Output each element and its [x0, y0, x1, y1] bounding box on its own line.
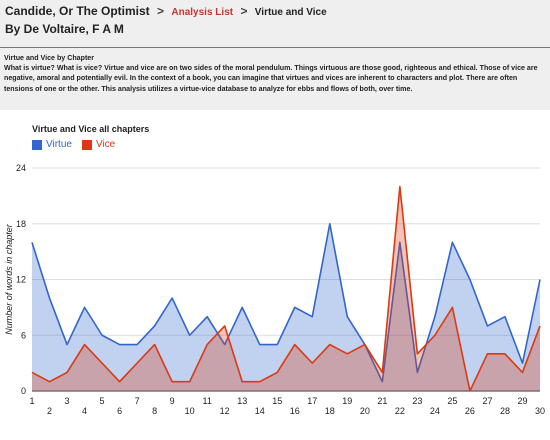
x-tick-label: 22 [395, 406, 405, 416]
current-page-label: Virtue and Vice [254, 7, 327, 18]
chart-title: Virtue and Vice all chapters [32, 124, 150, 134]
x-tick-label: 3 [65, 396, 70, 406]
breadcrumb-separator: > [157, 4, 165, 18]
x-tick-label: 28 [500, 406, 510, 416]
x-tick-label: 15 [272, 396, 282, 406]
x-tick-label: 30 [535, 406, 545, 416]
x-tick-label: 8 [152, 406, 157, 416]
x-tick-label: 27 [482, 396, 492, 406]
x-tick-label: 20 [360, 406, 370, 416]
x-tick-label: 4 [82, 406, 87, 416]
author-line: By De Voltaire, F A M [5, 22, 124, 36]
legend-swatch-vice [81, 139, 92, 150]
x-tick-label: 18 [325, 406, 335, 416]
x-tick-label: 9 [170, 396, 175, 406]
x-tick-label: 2 [47, 406, 52, 416]
x-tick-label: 26 [465, 406, 475, 416]
page-header: Candide, Or The Optimist > Analysis List… [0, 0, 550, 110]
x-tick-label: 14 [255, 406, 265, 416]
y-tick-label: 0 [21, 386, 26, 396]
y-tick-label: 6 [21, 330, 26, 340]
x-tick-label: 23 [412, 396, 422, 406]
legend-item-vice[interactable]: Vice [81, 139, 116, 150]
x-tick-label: 16 [290, 406, 300, 416]
x-tick-label: 7 [135, 396, 140, 406]
description-body: What is virtue? What is vice? Virtue and… [4, 64, 538, 93]
chart-legend: Virtue Vice [32, 139, 125, 150]
x-tick-label: 12 [220, 406, 230, 416]
legend-item-virtue[interactable]: Virtue [32, 139, 72, 150]
x-tick-label: 6 [117, 406, 122, 416]
x-tick-label: 29 [517, 396, 527, 406]
x-tick-label: 11 [203, 396, 212, 406]
book-title: Candide, Or The Optimist [5, 4, 150, 18]
legend-swatch-virtue [32, 139, 42, 150]
chart-plot-area: 06121824Number of words in chapter1 3 5 7 9 1… [4, 163, 545, 416]
y-tick-label: 18 [16, 219, 26, 229]
x-tick-label: 5 [100, 396, 105, 406]
x-tick-label: 25 [447, 396, 457, 406]
breadcrumb-separator: > [240, 4, 248, 18]
x-tick-label: 17 [307, 396, 317, 406]
x-tick-label: 21 [377, 396, 387, 406]
analysis-list-link[interactable]: Analysis List [171, 7, 233, 18]
header-divider [0, 47, 550, 48]
y-tick-label: 24 [16, 163, 26, 173]
breadcrumb: Candide, Or The Optimist > Analysis List… [5, 4, 327, 18]
x-tick-label: 1 [29, 396, 34, 406]
legend-label-vice: Vice [95, 139, 116, 150]
y-tick-label: 12 [16, 275, 26, 285]
virtue-vice-chart: 0 6 12 18 24 Number of words in chapter 1 3 5 7 9 1… [0, 110, 550, 440]
y-axis-label: Number of words in chapter [4, 223, 14, 335]
description-heading: Virtue and Vice by Chapter [4, 54, 95, 62]
x-tick-label: 13 [237, 396, 247, 406]
legend-label-virtue: Virtue [46, 139, 72, 150]
analysis-description: Virtue and Vice by Chapter What is virtu… [4, 53, 544, 94]
x-tick-label: 19 [342, 396, 352, 406]
x-tick-label: 24 [430, 406, 440, 416]
x-tick-label: 10 [185, 406, 195, 416]
